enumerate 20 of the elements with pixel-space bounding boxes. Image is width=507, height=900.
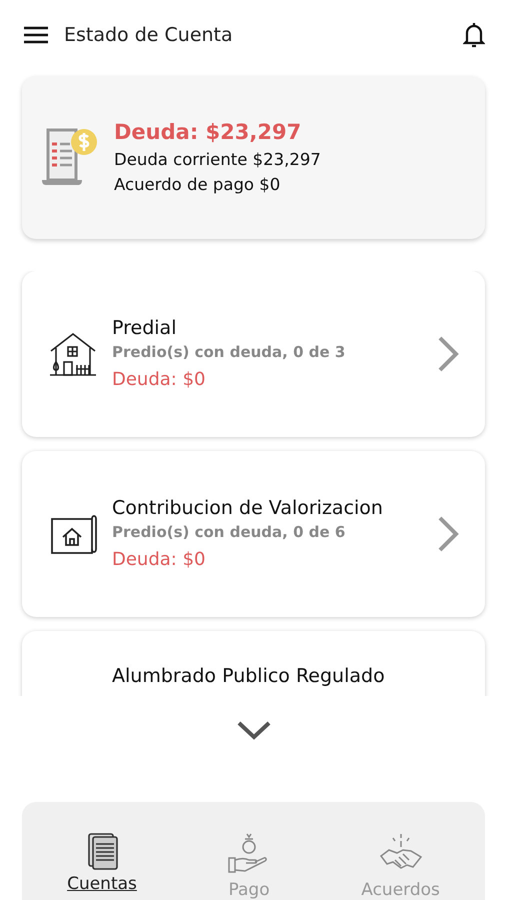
screen-title: Estado de Cuenta (64, 24, 234, 46)
chevron-right-icon (437, 514, 459, 553)
debt-line: Deuda corriente $23,297 (114, 150, 321, 170)
account-debt: Deuda: $0 (112, 369, 206, 390)
nav-tab[interactable]: Cuentas (67, 832, 137, 900)
chevron-right-icon (437, 334, 459, 373)
account-title: Alumbrado Publico Regulado (112, 664, 386, 687)
menu-icon[interactable] (24, 26, 48, 44)
account-card[interactable]: Contribucion de Valorizacion Predio(s) con deuda, 0 de 6 Deuda: $0 (22, 450, 485, 617)
account-subtitle: Predio(s) con deuda, 0 de 6 (112, 523, 346, 542)
bell-icon[interactable] (463, 22, 485, 48)
total-debt: Deuda: $23,297 (114, 120, 302, 144)
account-title: Predial (112, 317, 178, 340)
chevron-down-icon[interactable] (236, 720, 272, 740)
account-debt: Deuda: $0 (112, 549, 206, 570)
account-title: Contribucion de Valorizacion (112, 497, 384, 520)
account-card[interactable]: Predial Predio(s) con deuda, 0 de 3 Deuda: $0 (22, 270, 485, 437)
account-card[interactable]: Alumbrado Publico Regulado (22, 630, 485, 696)
account-subtitle: Predio(s) con deuda, 0 de 3 (112, 343, 346, 362)
debt-line: Acuerdo de pago $0 (114, 175, 282, 194)
